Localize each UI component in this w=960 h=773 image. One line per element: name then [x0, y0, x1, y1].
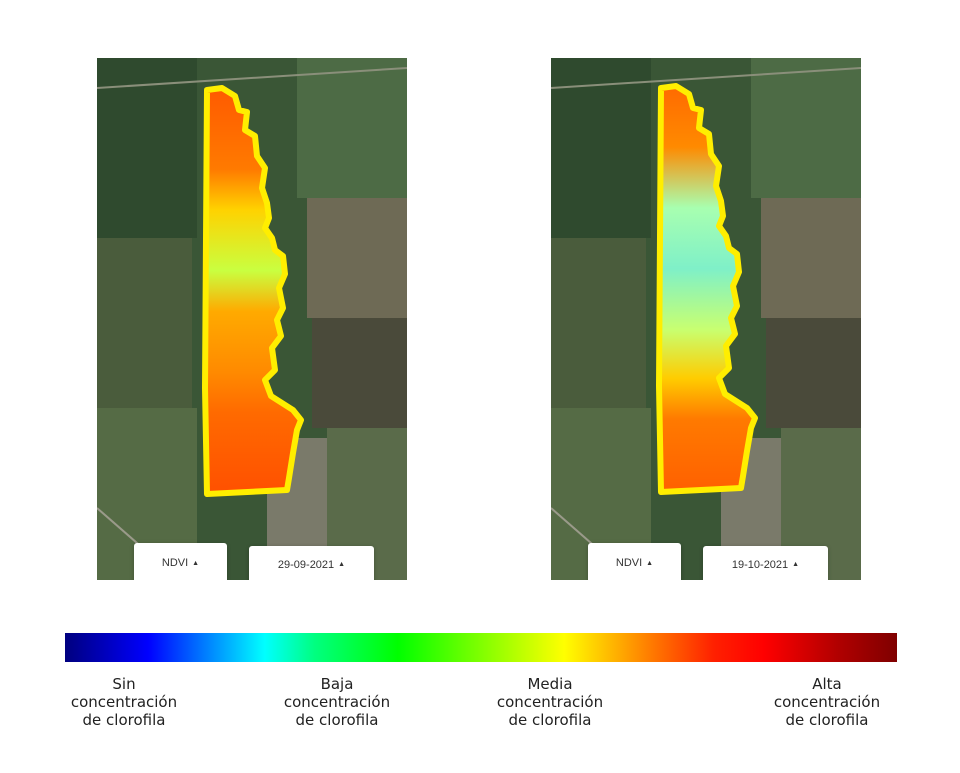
date-selector[interactable]: 29-09-2021 ▲ [249, 546, 374, 580]
satellite-imagery [97, 58, 407, 580]
index-label: NDVI [161, 557, 189, 569]
index-selector[interactable]: NDVI ▲ [588, 543, 681, 580]
index-label: NDVI [615, 557, 643, 569]
legend-label-medium: Media concentración de clorofila [496, 675, 604, 729]
caret-up-icon: ▲ [792, 561, 800, 568]
index-selector[interactable]: NDVI ▲ [134, 543, 227, 580]
date-label: 29-09-2021 [277, 558, 335, 571]
satellite-imagery [551, 58, 861, 580]
caret-up-icon: ▲ [192, 559, 200, 567]
caret-up-icon: ▲ [646, 559, 654, 567]
legend-label-none: Sin concentración de clorofila [70, 675, 178, 729]
date-selector[interactable]: 19-10-2021 ▲ [703, 546, 828, 580]
caret-up-icon: ▲ [338, 561, 346, 568]
chlorophyll-color-scale [65, 633, 897, 662]
legend-label-high: Alta concentración de clorofila [773, 675, 881, 729]
ndvi-map-right[interactable]: NDVI ▲ 19-10-2021 ▲ [551, 58, 861, 580]
ndvi-map-left[interactable]: NDVI ▲ 29-09-2021 ▲ [97, 58, 407, 580]
legend-label-low: Baja concentración de clorofila [283, 675, 391, 729]
date-label: 19-10-2021 [731, 558, 789, 571]
